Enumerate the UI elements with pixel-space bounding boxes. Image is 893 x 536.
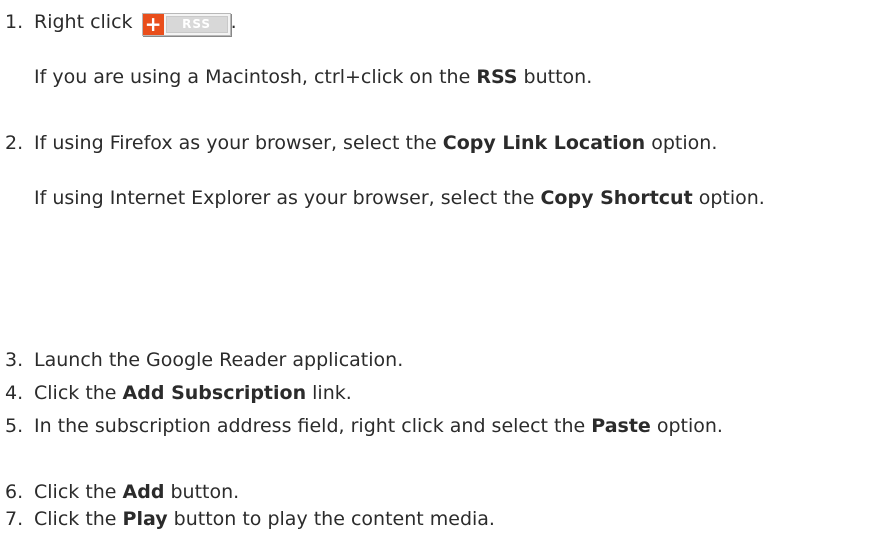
step-text: Click the [34, 508, 123, 530]
step-text: Right click [34, 11, 133, 33]
step-emphasis: Paste [591, 415, 651, 437]
step-text: button. [517, 66, 593, 88]
step-text: Click the [34, 481, 123, 503]
step-paragraph: Click the Play button to play the conten… [34, 503, 864, 536]
step-text: If using Firefox as your browser, select… [34, 132, 443, 154]
step-text: In the subscription address field, right… [34, 415, 592, 437]
step-note: If using Internet Explorer as your brows… [34, 182, 864, 215]
step-note: If you are using a Macintosh, ctrl+click… [34, 61, 864, 94]
step-text: button. [164, 481, 240, 503]
step-body: In the subscription address field, right… [34, 410, 864, 443]
step-text: option. [645, 132, 718, 154]
step-body: Right click + RSS . If you are using a M… [34, 6, 864, 94]
step-body: If using Firefox as your browser, select… [34, 127, 864, 215]
step-body: Click the Add Subscription link. [34, 377, 864, 410]
step-number: 5. [5, 415, 24, 437]
rss-button[interactable]: + RSS [141, 12, 231, 36]
step-text: Click the [34, 382, 123, 404]
step-text: . [230, 11, 237, 33]
step-text: option. [650, 415, 723, 437]
step-paragraph: In the subscription address field, right… [34, 410, 864, 443]
step-number: 3. [5, 349, 24, 371]
step-text: button to play the content media. [167, 508, 495, 530]
step-text: option. [692, 187, 765, 209]
step-emphasis: Add Subscription [122, 382, 307, 404]
step-text: link. [306, 382, 352, 404]
rss-button-label: RSS [165, 15, 228, 33]
step-text: Launch the Google Reader application. [34, 349, 404, 371]
step-paragraph: Click the Add Subscription link. [34, 377, 864, 410]
plus-icon: + [142, 13, 164, 35]
step-body: Click the Play button to play the conten… [34, 503, 864, 536]
step-paragraph: Launch the Google Reader application. [34, 344, 864, 377]
step-body: Launch the Google Reader application. [34, 344, 864, 377]
step-emphasis: Copy Shortcut [540, 187, 693, 209]
step-emphasis: Play [122, 508, 168, 530]
step-text: If you are using a Macintosh, ctrl+click… [34, 66, 477, 88]
step-number: 2. [5, 132, 24, 154]
step-emphasis: RSS [476, 66, 518, 88]
step-emphasis: Copy Link Location [442, 132, 646, 154]
step-text: If using Internet Explorer as your brows… [34, 187, 541, 209]
step-number: 7. [5, 508, 24, 530]
step-paragraph: If using Firefox as your browser, select… [34, 127, 864, 160]
step-number: 1. [5, 11, 24, 33]
step-paragraph: Right click + RSS . [34, 6, 864, 39]
step-number: 4. [5, 382, 24, 404]
step-emphasis: Add [122, 481, 165, 503]
